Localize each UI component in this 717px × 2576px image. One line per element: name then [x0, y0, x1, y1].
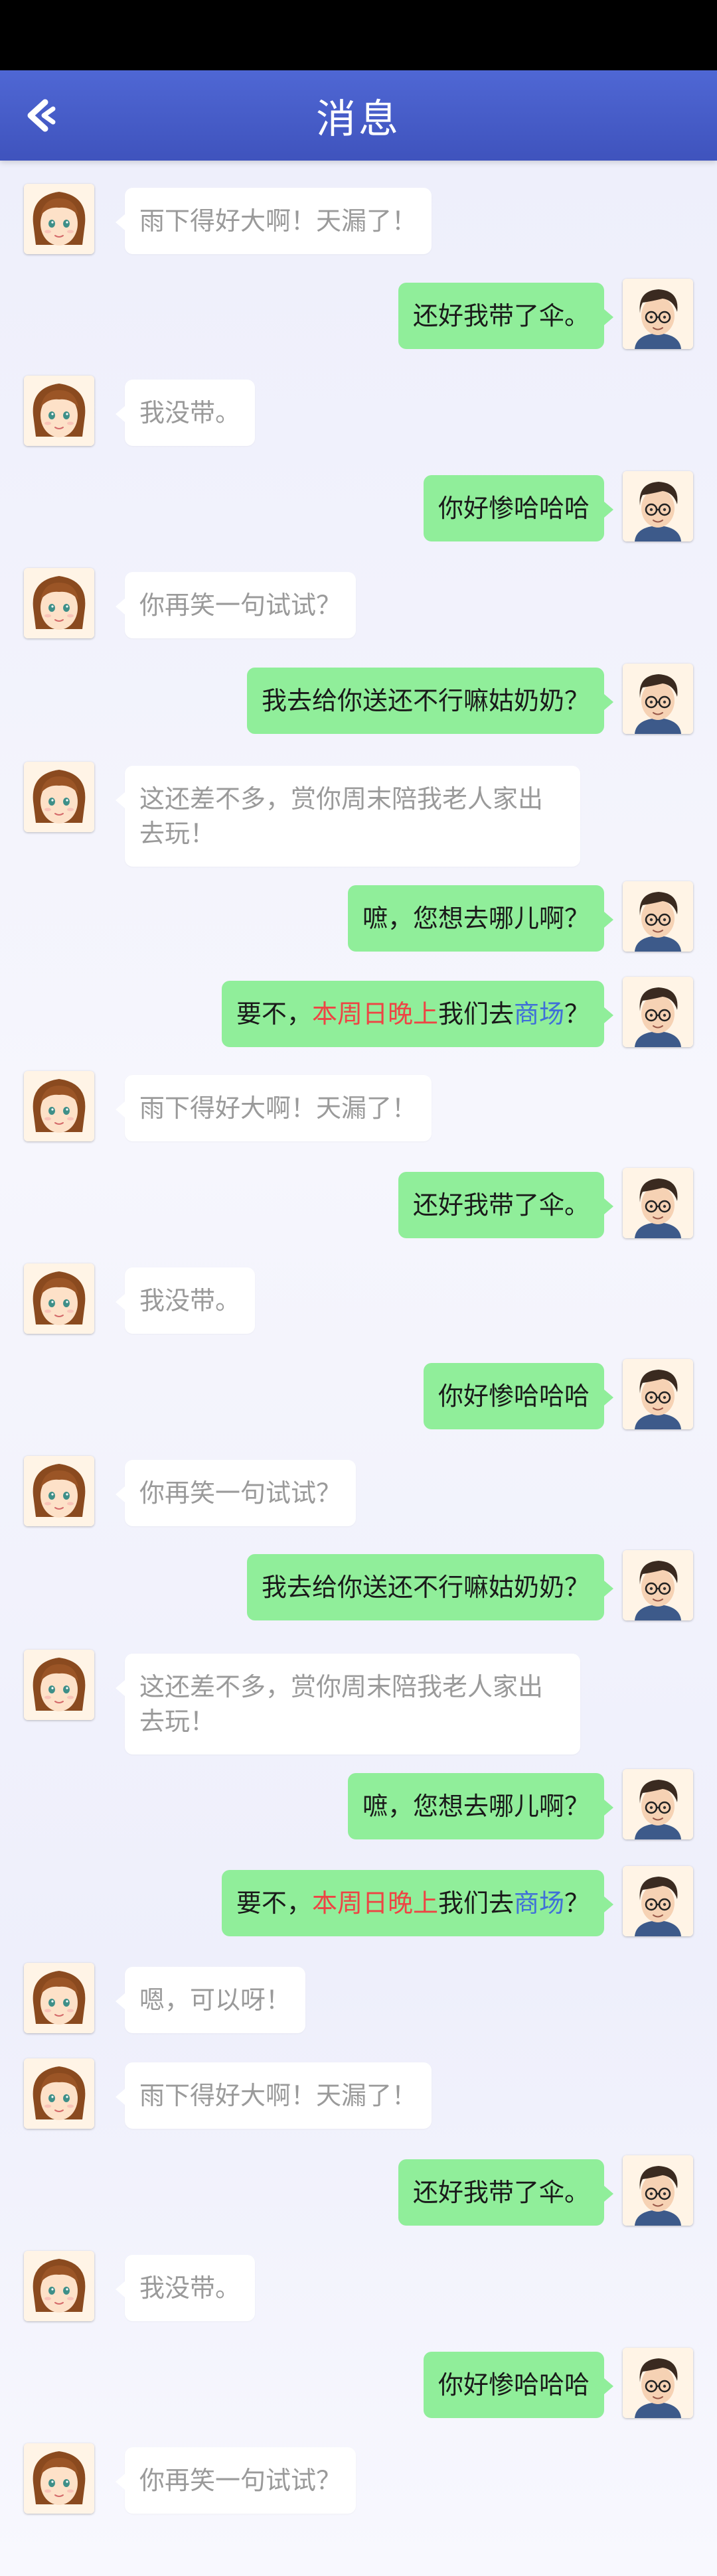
message-text: 我没带。 [139, 398, 241, 427]
contact-avatar[interactable] [24, 762, 94, 832]
sent-message-bubble[interactable]: 还好我带了伞。 [398, 283, 614, 349]
contact-avatar[interactable] [24, 184, 94, 254]
message-text: 这还差不多，赏你周末陪我老人家出去玩！ [139, 1672, 544, 1736]
received-message-bubble[interactable]: 你再笑一句试试？ [115, 1460, 357, 1526]
contact-avatar[interactable] [24, 1650, 94, 1720]
message-text: 雨下得好大啊！天漏了！ [139, 206, 418, 236]
received-message-bubble[interactable]: 这还差不多，赏你周末陪我老人家出去玩！ [116, 766, 580, 867]
contact-avatar[interactable] [24, 2058, 94, 2129]
message-text: 你好惨哈哈哈 [438, 2370, 590, 2399]
message-list[interactable]: 雨下得好大啊！天漏了！ 还好我带了伞。 我没带。 你好惨哈哈哈 你再笑一句试试？… [0, 161, 717, 2576]
message-text: 还好我带了伞。 [412, 2178, 590, 2207]
self-avatar[interactable] [623, 279, 693, 349]
contact-avatar[interactable] [24, 1963, 94, 2033]
message-text: 我没带。 [139, 1286, 241, 1315]
app-header: 消息 [0, 70, 717, 161]
sent-message-bubble[interactable]: 要不，本周日晚上我们去商场？ [221, 1870, 614, 1936]
message-text: 我没带。 [139, 2273, 241, 2303]
message-text: 雨下得好大啊！天漏了！ [139, 1094, 418, 1123]
back-arrow-icon [27, 99, 56, 132]
received-message-bubble[interactable]: 这还差不多，赏你周末陪我老人家出去玩！ [116, 1654, 580, 1754]
message-text: 我们去 [438, 999, 514, 1029]
sent-message-bubble[interactable]: 你好惨哈哈哈 [423, 475, 614, 541]
message-text: 本周日晚上 [311, 999, 438, 1029]
contact-avatar[interactable] [24, 376, 94, 446]
message-text: 雨下得好大啊！天漏了！ [139, 2081, 418, 2110]
message-text: 你好惨哈哈哈 [438, 1382, 590, 1411]
message-text: 商场 [513, 1889, 564, 1918]
self-avatar[interactable] [623, 471, 693, 541]
sent-message-bubble[interactable]: 嗻，您想去哪儿啊？ [347, 1773, 614, 1839]
self-avatar[interactable] [623, 881, 693, 952]
received-message-bubble[interactable]: 我没带。 [115, 1267, 256, 1334]
message-text: 嗻，您想去哪儿啊？ [362, 904, 590, 933]
received-message-bubble[interactable]: 你再笑一句试试？ [115, 572, 357, 638]
message-text: 这还差不多，赏你周末陪我老人家出去玩！ [139, 784, 544, 848]
contact-avatar[interactable] [24, 1456, 94, 1526]
status-bar [0, 0, 717, 70]
back-button[interactable] [16, 92, 64, 139]
self-avatar[interactable] [623, 2348, 693, 2418]
sent-message-bubble[interactable]: 我去给你送还不行嘛姑奶奶？ [246, 1554, 614, 1620]
message-text: 商场 [513, 999, 564, 1029]
message-text: 要不， [236, 1889, 312, 1918]
sent-message-bubble[interactable]: 我去给你送还不行嘛姑奶奶？ [246, 668, 614, 734]
sent-message-bubble[interactable]: 嗻，您想去哪儿啊？ [347, 885, 614, 952]
message-text: 要不， [236, 999, 312, 1029]
contact-avatar[interactable] [24, 2443, 94, 2514]
self-avatar[interactable] [623, 1769, 693, 1839]
self-avatar[interactable] [623, 1168, 693, 1238]
contact-avatar[interactable] [24, 1263, 94, 1334]
message-text: 我去给你送还不行嘛姑奶奶？ [261, 1573, 590, 1602]
message-text: 你再笑一句试试？ [139, 1478, 342, 1508]
message-text: 你再笑一句试试？ [139, 591, 342, 620]
self-avatar[interactable] [623, 664, 693, 734]
received-message-bubble[interactable]: 我没带。 [115, 2255, 256, 2321]
message-text: ？ [564, 1889, 590, 1918]
contact-avatar[interactable] [24, 568, 94, 638]
message-text: 还好我带了伞。 [412, 1190, 590, 1220]
received-message-bubble[interactable]: 雨下得好大啊！天漏了！ [115, 2062, 432, 2129]
page-title: 消息 [316, 96, 401, 143]
message-text: 嗯，可以呀！ [139, 1985, 291, 2015]
message-text: 我去给你送还不行嘛姑奶奶？ [261, 686, 590, 715]
received-message-bubble[interactable]: 雨下得好大啊！天漏了！ [115, 1075, 432, 1141]
sent-message-bubble[interactable]: 要不，本周日晚上我们去商场？ [221, 981, 614, 1047]
self-avatar[interactable] [623, 1550, 693, 1620]
message-text: ？ [564, 999, 590, 1029]
self-avatar[interactable] [623, 1359, 693, 1429]
received-message-bubble[interactable]: 雨下得好大啊！天漏了！ [115, 188, 432, 254]
received-message-bubble[interactable]: 嗯，可以呀！ [115, 1967, 306, 2033]
sent-message-bubble[interactable]: 你好惨哈哈哈 [423, 1363, 614, 1429]
message-text: 你再笑一句试试？ [139, 2466, 342, 2495]
sent-message-bubble[interactable]: 你好惨哈哈哈 [423, 2352, 614, 2418]
message-text: 嗻，您想去哪儿啊？ [362, 1792, 590, 1821]
message-text: 还好我带了伞。 [412, 301, 590, 330]
message-text: 本周日晚上 [311, 1889, 438, 1918]
message-text: 你好惨哈哈哈 [438, 494, 590, 523]
self-avatar[interactable] [623, 977, 693, 1047]
received-message-bubble[interactable]: 你再笑一句试试？ [115, 2447, 357, 2514]
self-avatar[interactable] [623, 2155, 693, 2226]
contact-avatar[interactable] [24, 2251, 94, 2321]
sent-message-bubble[interactable]: 还好我带了伞。 [398, 2159, 614, 2226]
received-message-bubble[interactable]: 我没带。 [115, 380, 256, 446]
self-avatar[interactable] [623, 1866, 693, 1936]
sent-message-bubble[interactable]: 还好我带了伞。 [398, 1172, 614, 1238]
message-text: 我们去 [438, 1889, 514, 1918]
contact-avatar[interactable] [24, 1071, 94, 1141]
